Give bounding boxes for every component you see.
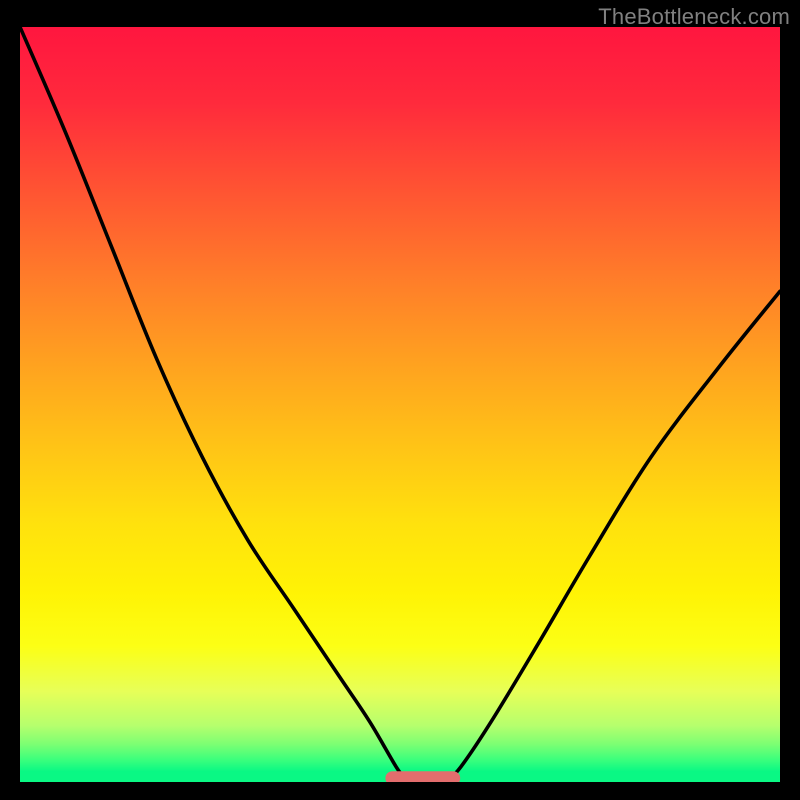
- curve-overlay: [20, 27, 780, 782]
- right-curve: [446, 291, 780, 782]
- watermark-text: TheBottleneck.com: [598, 4, 790, 30]
- left-curve: [20, 27, 408, 782]
- chart-frame: TheBottleneck.com: [0, 0, 800, 800]
- plot-area: [20, 27, 780, 782]
